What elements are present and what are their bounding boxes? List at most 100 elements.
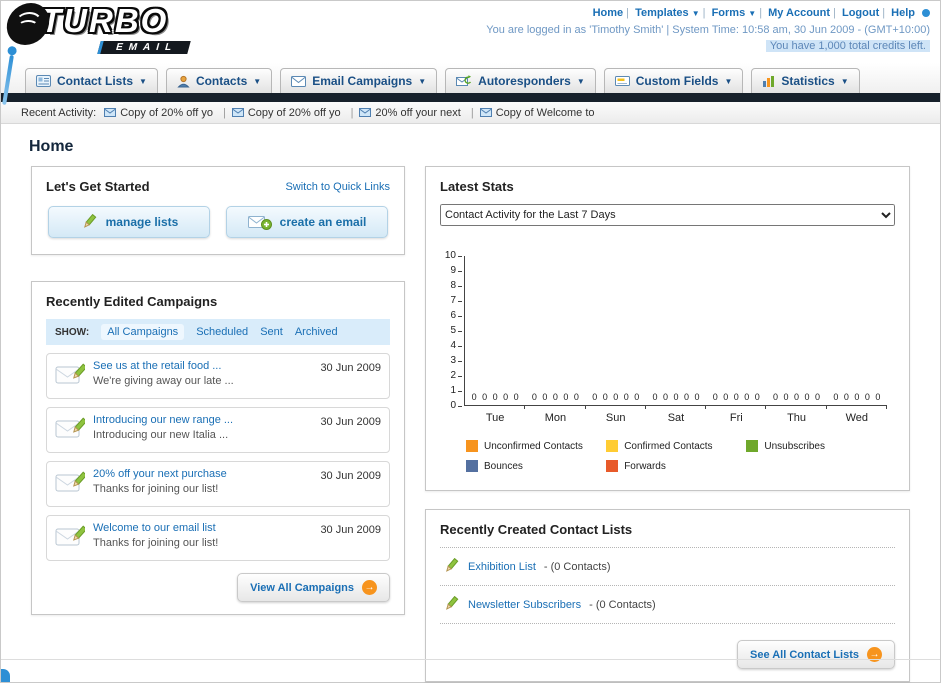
logo-subtitle: EMAIL xyxy=(97,41,191,54)
chevron-down-icon: ▼ xyxy=(748,9,757,18)
email-edit-icon xyxy=(55,414,88,446)
chart-legend: Unconfirmed Contacts Confirmed Contacts Un… xyxy=(466,440,887,472)
contact-list-detail: - (0 Contacts) xyxy=(589,598,656,611)
campaign-subtitle: Introducing our new Italia ... xyxy=(93,429,229,441)
contact-activity-chart: 10 9 8 7 6 5 4 3 2 1 0 0 0 0 0 0 Tue 0 0 0 0 0 Mon 0 0… xyxy=(444,251,888,472)
get-started-title: Let's Get Started xyxy=(46,179,150,194)
tab-contact-lists[interactable]: Contact Lists ▼ xyxy=(25,68,158,93)
contacts-icon xyxy=(177,75,190,87)
chart-y-tick-label: 0 xyxy=(450,400,462,411)
separator: | xyxy=(222,106,226,119)
campaign-text: See us at the retail food ... We're givi… xyxy=(93,360,312,387)
filter-sent[interactable]: Sent xyxy=(260,326,283,338)
separator: | xyxy=(833,7,836,19)
legend-swatch xyxy=(466,460,478,472)
legend-item: Unsubscribes xyxy=(746,440,886,452)
chart-x-tick-label: Sat xyxy=(667,412,685,424)
chart-x-tick-label: Tue xyxy=(485,412,505,424)
chart-x-tick-label: Thu xyxy=(787,412,807,424)
campaign-subtitle: Thanks for joining our list! xyxy=(93,483,219,495)
credits-info: You have 1,000 total credits left. xyxy=(486,39,930,54)
legend-label: Forwards xyxy=(624,460,666,472)
legend-swatch xyxy=(606,440,619,452)
chart-x-tick-label: Mon xyxy=(544,412,567,424)
logo-text: TURBO EMAIL xyxy=(41,3,191,55)
create-email-button[interactable]: create an email xyxy=(226,206,388,238)
tab-label: Contact Lists xyxy=(57,74,134,88)
campaign-title-link[interactable]: See us at the retail food ... xyxy=(93,360,312,372)
campaign-text: Welcome to our email list Thanks for joi… xyxy=(93,522,312,549)
contact-list-link[interactable]: Newsletter Subscribers xyxy=(468,599,581,611)
filter-all-campaigns[interactable]: All Campaigns xyxy=(101,324,185,340)
campaign-title-link[interactable]: Welcome to our email list xyxy=(93,522,312,534)
tab-email-campaigns[interactable]: Email Campaigns ▼ xyxy=(280,68,438,93)
main-content: Let's Get Started Switch to Quick Links … xyxy=(1,166,940,682)
footer-decoration xyxy=(1,669,10,682)
statistics-icon xyxy=(763,76,775,87)
recent-activity-item[interactable]: Copy of 20% off yo | xyxy=(231,107,353,119)
chart-day-group: 0 0 0 0 0 Fri xyxy=(706,256,767,424)
campaign-item[interactable]: 20% off your next purchase Thanks for jo… xyxy=(46,461,390,507)
legend-swatch xyxy=(606,460,619,472)
filter-archived[interactable]: Archived xyxy=(295,326,338,338)
top-link-logout[interactable]: Logout xyxy=(842,7,879,19)
filter-scheduled[interactable]: Scheduled xyxy=(196,326,248,338)
chevron-down-icon: ▼ xyxy=(576,76,585,86)
chevron-down-icon: ▼ xyxy=(691,9,700,18)
contact-list-item[interactable]: Exhibition List - (0 Contacts) xyxy=(440,548,895,586)
envelope-icon xyxy=(104,108,117,117)
campaign-date: 30 Jun 2009 xyxy=(320,416,381,428)
recent-activity-text: 20% off your next xyxy=(375,106,461,119)
recent-activity-item[interactable]: Copy of 20% off yo | xyxy=(104,107,226,119)
tab-autoresponders[interactable]: Autoresponders ▼ xyxy=(445,68,596,93)
tab-label: Statistics xyxy=(781,74,835,88)
tab-label: Autoresponders xyxy=(478,74,571,88)
tab-contacts[interactable]: Contacts ▼ xyxy=(165,68,273,93)
top-link-help[interactable]: Help xyxy=(891,7,915,19)
create-email-label: create an email xyxy=(279,215,367,229)
view-all-campaigns-label: View All Campaigns xyxy=(250,581,354,594)
right-column: Latest Stats Contact Activity for the La… xyxy=(425,166,910,682)
app-logo: TURBO EMAIL xyxy=(4,3,191,55)
chart-y-tick-label: 1 xyxy=(450,385,462,396)
envelope-icon xyxy=(359,108,372,117)
top-link-templates[interactable]: Templates ▼ xyxy=(635,7,700,19)
top-link-forms[interactable]: Forms ▼ xyxy=(712,7,757,19)
tab-custom-fields[interactable]: Custom Fields ▼ xyxy=(603,68,744,93)
campaign-title-link[interactable]: Introducing our new range ... xyxy=(93,414,312,426)
tab-statistics[interactable]: Statistics ▼ xyxy=(751,68,860,93)
campaign-item[interactable]: See us at the retail food ... We're givi… xyxy=(46,353,390,399)
tab-label: Email Campaigns xyxy=(312,74,413,88)
campaign-item[interactable]: Welcome to our email list Thanks for joi… xyxy=(46,515,390,561)
chart-y-tick-label: 3 xyxy=(450,355,462,366)
autoresponders-icon xyxy=(456,75,472,86)
switch-quick-links-link[interactable]: Switch to Quick Links xyxy=(285,181,390,193)
top-link-my-account[interactable]: My Account xyxy=(768,7,830,19)
contact-list-link[interactable]: Exhibition List xyxy=(468,561,536,573)
recent-activity-item[interactable]: Copy of Welcome to | xyxy=(479,107,595,119)
envelope-plus-icon xyxy=(247,216,272,230)
chart-value-labels: 0 0 0 0 0 xyxy=(833,392,881,402)
pencil-icon xyxy=(446,596,459,610)
recent-campaigns-panel: Recently Edited Campaigns SHOW: All Camp… xyxy=(31,281,405,615)
campaign-text: 20% off your next purchase Thanks for jo… xyxy=(93,468,312,495)
legend-label: Bounces xyxy=(484,460,523,472)
see-all-contact-lists-button[interactable]: See All Contact Lists → xyxy=(736,640,895,669)
top-link-home[interactable]: Home xyxy=(593,7,624,19)
left-column: Let's Get Started Switch to Quick Links … xyxy=(31,166,405,615)
stats-period-select[interactable]: Contact Activity for the Last 7 Days xyxy=(440,204,895,226)
view-all-campaigns-button[interactable]: View All Campaigns → xyxy=(237,573,390,602)
chart-y-tick-label: 5 xyxy=(450,325,462,336)
footer-divider xyxy=(1,659,940,660)
contact-list-item[interactable]: Newsletter Subscribers - (0 Contacts) xyxy=(440,586,895,624)
legend-swatch xyxy=(746,440,759,452)
chart-value-labels: 0 0 0 0 0 xyxy=(773,392,821,402)
campaign-item[interactable]: Introducing our new range ... Introducin… xyxy=(46,407,390,453)
chart-value-labels: 0 0 0 0 0 xyxy=(592,392,640,402)
manage-lists-button[interactable]: manage lists xyxy=(48,206,210,238)
recent-activity-text: Copy of 20% off yo xyxy=(120,106,213,119)
campaign-title-link[interactable]: 20% off your next purchase xyxy=(93,468,312,480)
recent-activity-item[interactable]: 20% off your next | xyxy=(359,106,474,119)
legend-label: Unsubscribes xyxy=(764,440,825,452)
arrow-right-icon: → xyxy=(362,580,377,595)
